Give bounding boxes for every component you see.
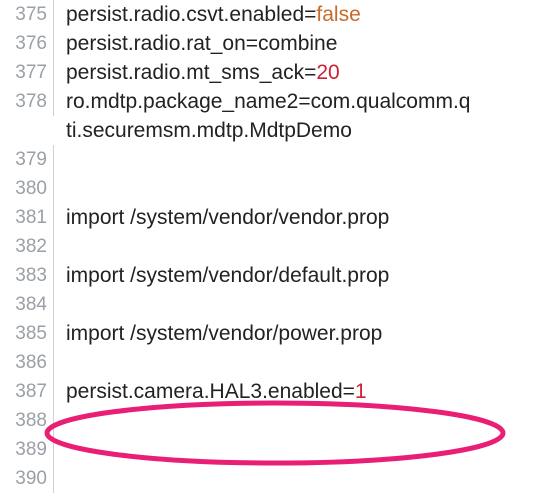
code-line[interactable]: 388 bbox=[0, 406, 550, 435]
code-segment: persist.radio.rat_on=combine bbox=[66, 32, 337, 55]
code-content[interactable]: ro.mdtp.package_name2=com.qualcomm.q bbox=[54, 87, 550, 116]
code-segment: import /system/vendor/power.prop bbox=[66, 322, 382, 345]
code-segment: ti.securemsm.mdtp.MdtpDemo bbox=[66, 119, 352, 142]
line-number: 388 bbox=[0, 406, 54, 435]
line-number: 382 bbox=[0, 232, 54, 261]
line-number: 377 bbox=[0, 58, 54, 87]
code-segment: persist.radio.csvt.enabled= bbox=[66, 3, 316, 26]
code-line[interactable]: 379 bbox=[0, 145, 550, 174]
code-line[interactable]: 376 persist.radio.rat_on=combine bbox=[0, 29, 550, 58]
line-number: 379 bbox=[0, 145, 54, 174]
code-line[interactable]: 387persist.camera.HAL3.enabled=1 bbox=[0, 377, 550, 406]
code-content[interactable]: persist.radio.mt_sms_ack=20 bbox=[54, 58, 550, 87]
code-segment: ro.mdtp.package_name2=com.qualcomm.q bbox=[66, 90, 470, 113]
code-segment: 20 bbox=[316, 61, 339, 84]
code-segment: persist.radio.mt_sms_ack= bbox=[66, 61, 316, 84]
code-segment: import /system/vendor/vendor.prop bbox=[66, 206, 389, 229]
code-line[interactable]: 385 import /system/vendor/power.prop bbox=[0, 319, 550, 348]
line-number: 390 bbox=[0, 464, 54, 493]
code-line[interactable]: 390 bbox=[0, 464, 550, 493]
line-number: 376 bbox=[0, 29, 54, 58]
code-content[interactable]: persist.radio.csvt.enabled=false bbox=[54, 0, 550, 29]
line-number: 381 bbox=[0, 203, 54, 232]
line-number: 386 bbox=[0, 348, 54, 377]
line-number: 387 bbox=[0, 377, 54, 406]
line-number: 385 bbox=[0, 319, 54, 348]
code-content[interactable]: persist.radio.rat_on=combine bbox=[54, 29, 550, 58]
code-line[interactable]: 386 bbox=[0, 348, 550, 377]
code-segment: persist.camera.HAL3.enabled= bbox=[66, 380, 355, 403]
line-number: 375 bbox=[0, 0, 54, 29]
code-line[interactable]: 377persist.radio.mt_sms_ack=20 bbox=[0, 58, 550, 87]
line-number: 383 bbox=[0, 261, 54, 290]
code-line[interactable]: 378 ro.mdtp.package_name2=com.qualcomm.q bbox=[0, 87, 550, 116]
code-line[interactable]: ti.securemsm.mdtp.MdtpDemo bbox=[0, 116, 550, 145]
code-line[interactable]: 375persist.radio.csvt.enabled=false bbox=[0, 0, 550, 29]
code-content[interactable]: import /system/vendor/vendor.prop bbox=[54, 203, 550, 232]
code-line[interactable]: 383 import /system/vendor/default.prop bbox=[0, 261, 550, 290]
code-line[interactable]: 380 bbox=[0, 174, 550, 203]
line-number: 384 bbox=[0, 290, 54, 319]
code-line[interactable]: 381 import /system/vendor/vendor.prop bbox=[0, 203, 550, 232]
line-number: 389 bbox=[0, 435, 54, 464]
code-segment: 1 bbox=[355, 380, 367, 403]
line-number: 378 bbox=[0, 87, 54, 116]
line-number: 380 bbox=[0, 174, 54, 203]
code-content[interactable]: persist.camera.HAL3.enabled=1 bbox=[54, 377, 550, 406]
code-line[interactable]: 384 bbox=[0, 290, 550, 319]
code-editor[interactable]: 375persist.radio.csvt.enabled=false376pe… bbox=[0, 0, 550, 493]
code-line[interactable]: 389 bbox=[0, 435, 550, 464]
code-content[interactable]: import /system/vendor/default.prop bbox=[54, 261, 550, 290]
code-segment: false bbox=[316, 3, 360, 26]
code-line[interactable]: 382 bbox=[0, 232, 550, 261]
code-content[interactable]: import /system/vendor/power.prop bbox=[54, 319, 550, 348]
code-content[interactable]: ti.securemsm.mdtp.MdtpDemo bbox=[54, 116, 550, 145]
code-segment: import /system/vendor/default.prop bbox=[66, 264, 389, 287]
